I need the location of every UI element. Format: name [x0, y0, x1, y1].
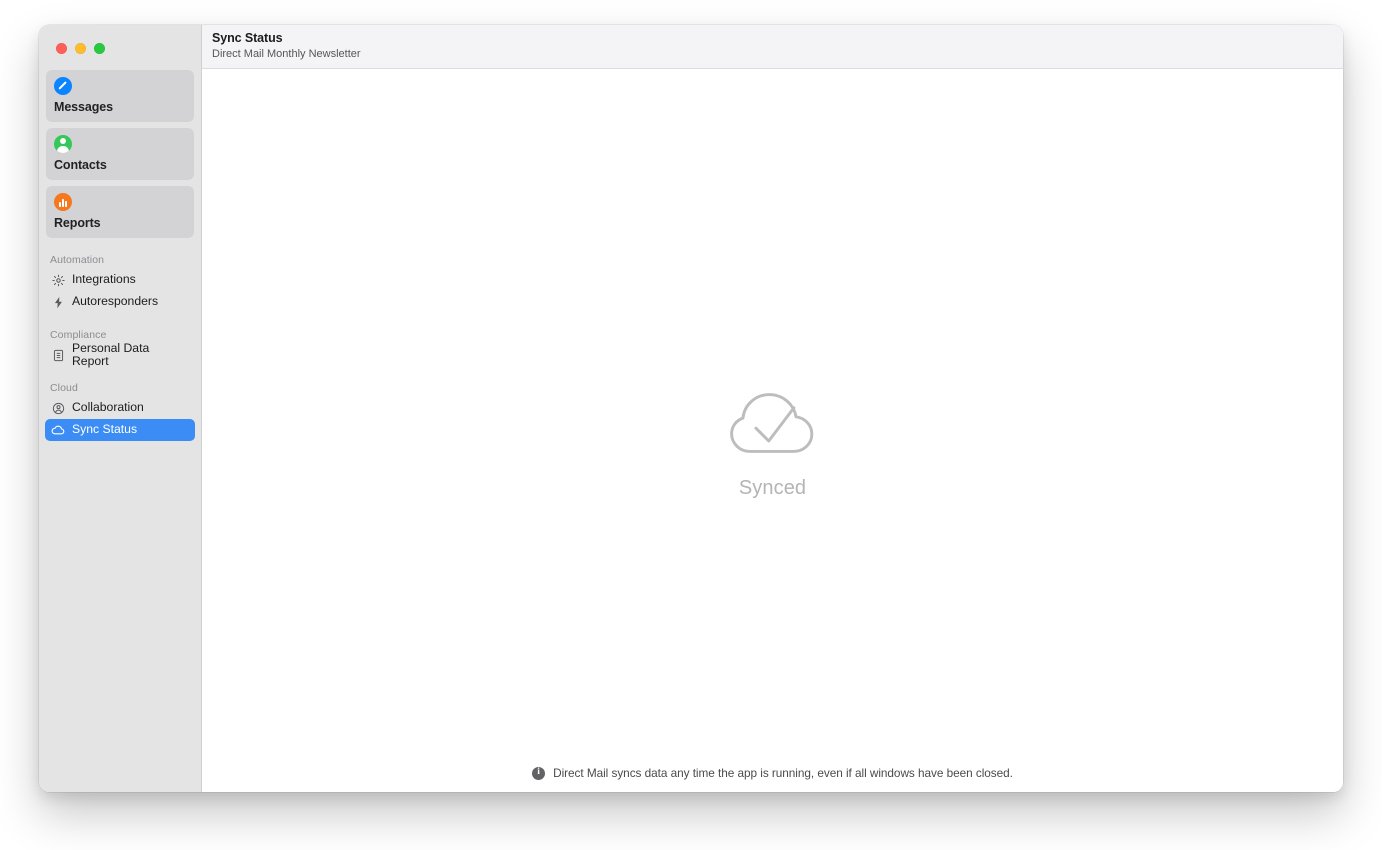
minimize-button[interactable] — [75, 42, 86, 54]
sidebar-item-label: Autoresponders — [72, 294, 159, 309]
sidebar-item-messages[interactable]: Messages — [46, 70, 194, 122]
sidebar-group-compliance: Compliance Personal Data Report — [39, 329, 201, 368]
app-root: Messages Contacts Reports Automation Int… — [0, 0, 1382, 850]
gear-icon — [51, 273, 65, 287]
sidebar: Messages Contacts Reports Automation Int… — [39, 25, 202, 792]
window-traffic-lights — [39, 25, 201, 55]
sidebar-item-collaboration[interactable]: Collaboration — [45, 397, 195, 419]
compose-pencil-icon — [54, 77, 72, 95]
sidebar-group-title: Automation — [50, 254, 105, 266]
sidebar-item-label: Personal Data Report — [72, 341, 150, 368]
footer-note: Direct Mail syncs data any time the app … — [553, 766, 1013, 780]
page-title: Sync Status — [212, 31, 283, 45]
detail-body: Synced i Direct Mail syncs data any time… — [202, 69, 1343, 792]
info-icon: i — [532, 766, 546, 780]
sidebar-item-label: Integrations — [72, 272, 136, 287]
sidebar-group-automation: Automation Integrations Autoresponders — [39, 254, 201, 313]
sidebar-item-sync-status[interactable]: Sync Status — [45, 419, 195, 441]
sidebar-primary-cards: Messages Contacts Reports — [39, 70, 201, 238]
bar-chart-icon — [54, 193, 72, 211]
cloud-icon — [51, 423, 65, 437]
detail-pane: Sync Status Direct Mail Monthly Newslett… — [202, 25, 1343, 792]
sidebar-item-label: Collaboration — [72, 400, 144, 415]
sidebar-group-title: Cloud — [50, 382, 78, 394]
sidebar-item-integrations[interactable]: Integrations — [45, 269, 195, 291]
sync-status-block: Synced — [202, 387, 1343, 500]
sidebar-item-label: Sync Status — [72, 422, 138, 437]
bolt-icon — [51, 295, 65, 309]
app-window: Messages Contacts Reports Automation Int… — [39, 25, 1343, 792]
sidebar-card-label: Reports — [54, 216, 101, 230]
sync-status-label: Synced — [738, 477, 807, 499]
document-icon — [51, 348, 65, 362]
sidebar-group-cloud: Cloud Collaboration Sync Status — [39, 382, 201, 441]
sidebar-item-reports[interactable]: Reports — [46, 186, 194, 238]
cloud-check-icon — [729, 393, 813, 453]
page-subtitle: Direct Mail Monthly Newsletter — [212, 47, 361, 60]
sidebar-item-contacts[interactable]: Contacts — [46, 128, 194, 180]
sidebar-card-label: Messages — [54, 100, 113, 114]
sidebar-item-personal-data-report[interactable]: Personal Data Report — [45, 341, 195, 368]
close-button[interactable] — [56, 42, 67, 54]
person-circle-icon — [51, 401, 65, 415]
detail-header: Sync Status Direct Mail Monthly Newslett… — [202, 25, 1343, 69]
zoom-button[interactable] — [94, 42, 105, 54]
person-icon — [54, 135, 72, 153]
sidebar-card-label: Contacts — [54, 158, 107, 172]
sidebar-item-autoresponders[interactable]: Autoresponders — [45, 291, 195, 313]
detail-footer: i Direct Mail syncs data any time the ap… — [202, 766, 1343, 780]
